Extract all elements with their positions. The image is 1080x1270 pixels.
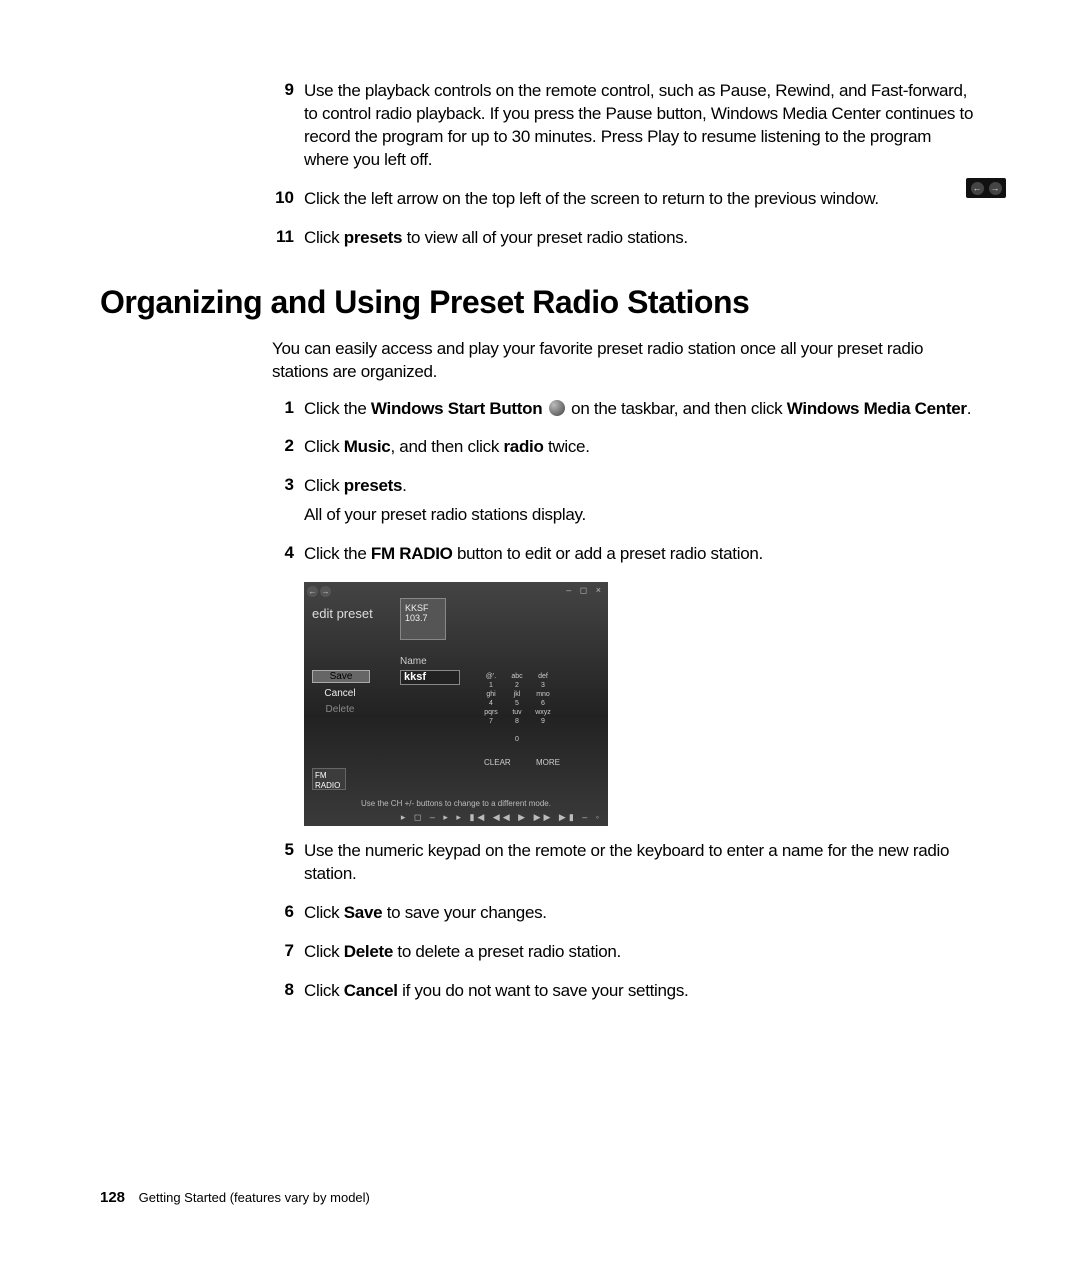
clear-button[interactable]: CLEAR — [484, 758, 511, 767]
keypad-key[interactable]: mno6 — [530, 690, 556, 708]
step-number: 4 — [272, 543, 304, 572]
back-navigation-thumbnail: ← → — [966, 178, 1006, 198]
page-footer: 128 Getting Started (features vary by mo… — [100, 1189, 370, 1206]
step-number: 10 — [272, 188, 304, 217]
section-intro: You can easily access and play your favo… — [272, 338, 980, 384]
step-list-b-part1: 1Click the Windows Start Button on the t… — [100, 398, 980, 573]
keypad-key[interactable]: def3 — [530, 672, 556, 690]
step-number: 3 — [272, 475, 304, 533]
numbered-step: 9Use the playback controls on the remote… — [272, 80, 980, 178]
forward-arrow-icon: → — [989, 182, 1002, 195]
name-field-label: Name — [400, 656, 427, 667]
keypad-key[interactable]: abc2 — [504, 672, 530, 690]
screen-title: edit preset — [312, 606, 373, 621]
forward-arrow-icon: → — [320, 586, 331, 597]
station-callsign: KKSF — [405, 603, 441, 613]
keypad-key[interactable] — [530, 726, 556, 744]
step-number: 6 — [272, 902, 304, 931]
document-page: 9Use the playback controls on the remote… — [0, 0, 1080, 1270]
more-button[interactable]: MORE — [536, 758, 560, 767]
step-body: Click Delete to delete a preset radio st… — [304, 941, 980, 970]
step-number: 8 — [272, 980, 304, 1009]
save-button[interactable]: Save — [312, 670, 370, 683]
step-list-b-part2: 5Use the numeric keypad on the remote or… — [100, 840, 980, 1009]
step-body: Click the FM RADIO button to edit or add… — [304, 543, 980, 572]
back-arrow-icon: ← — [971, 182, 984, 195]
page-number: 128 — [100, 1189, 125, 1206]
cancel-button[interactable]: Cancel — [312, 688, 368, 699]
numbered-step: 11Click presets to view all of your pres… — [272, 227, 980, 256]
mode-change-hint: Use the CH +/- buttons to change to a di… — [304, 799, 608, 808]
step-number: 7 — [272, 941, 304, 970]
transport-bar-icons: ▸ ◻ – ▸ ▸ ▮◀ ◀◀ ▶ ▶▶ ▶▮ – ◦ — [304, 812, 602, 823]
step-body: Use the numeric keypad on the remote or … — [304, 840, 980, 892]
windows-start-icon — [549, 400, 565, 416]
keypad-key[interactable]: 0 — [504, 726, 530, 744]
numbered-step: 7Click Delete to delete a preset radio s… — [272, 941, 980, 970]
fm-radio-button[interactable]: FMRADIO — [312, 768, 346, 790]
numbered-step: 2Click Music, and then click radio twice… — [272, 436, 980, 465]
numbered-step: 6Click Save to save your changes. — [272, 902, 980, 931]
step-body: Use the playback controls on the remote … — [304, 80, 980, 178]
section-heading: Organizing and Using Preset Radio Statio… — [100, 284, 980, 321]
keypad-key[interactable]: jkl5 — [504, 690, 530, 708]
edit-preset-screenshot: ← → – ◻ × edit preset KKSF 103.7 Name kk… — [304, 582, 608, 826]
keypad-key[interactable]: @'.1 — [478, 672, 504, 690]
step-body: Click the Windows Start Button on the ta… — [304, 398, 980, 427]
delete-button[interactable]: Delete — [312, 704, 368, 715]
keypad-key[interactable]: tuv8 — [504, 708, 530, 726]
station-frequency: 103.7 — [405, 613, 441, 623]
window-nav-icons: ← → — [307, 586, 331, 597]
station-tile: KKSF 103.7 — [400, 598, 446, 640]
step-number: 9 — [272, 80, 304, 178]
numbered-step: 5Use the numeric keypad on the remote or… — [272, 840, 980, 892]
step-body: Click the left arrow on the top left of … — [304, 188, 980, 217]
keypad-key[interactable]: ghi4 — [478, 690, 504, 708]
step-body: Click Cancel if you do not want to save … — [304, 980, 980, 1009]
keypad-key[interactable]: pqrs7 — [478, 708, 504, 726]
step-body: Click presets.All of your preset radio s… — [304, 475, 980, 533]
step-list-a: 9Use the playback controls on the remote… — [100, 80, 980, 256]
numbered-step: 10Click the left arrow on the top left o… — [272, 188, 980, 217]
keypad-key[interactable]: wxyz9 — [530, 708, 556, 726]
onscreen-keypad[interactable]: @'.1abc2def3 ghi4jkl5mno6 pqrs7tuv8wxyz90 — [478, 672, 556, 744]
numbered-step: 4Click the FM RADIO button to edit or ad… — [272, 543, 980, 572]
footer-text: Getting Started (features vary by model) — [139, 1190, 370, 1205]
step-number: 11 — [272, 227, 304, 256]
step-number: 1 — [272, 398, 304, 427]
step-body: Click presets to view all of your preset… — [304, 227, 980, 256]
window-control-icons: – ◻ × — [566, 585, 604, 596]
step-number: 2 — [272, 436, 304, 465]
step-body: Click Music, and then click radio twice. — [304, 436, 980, 465]
step-number: 5 — [272, 840, 304, 892]
step-body: Click Save to save your changes. — [304, 902, 980, 931]
keypad-key[interactable] — [478, 726, 504, 744]
numbered-step: 3Click presets.All of your preset radio … — [272, 475, 980, 533]
numbered-step: 8Click Cancel if you do not want to save… — [272, 980, 980, 1009]
numbered-step: 1Click the Windows Start Button on the t… — [272, 398, 980, 427]
back-arrow-icon: ← — [307, 586, 318, 597]
name-field[interactable]: kksf — [400, 670, 460, 685]
